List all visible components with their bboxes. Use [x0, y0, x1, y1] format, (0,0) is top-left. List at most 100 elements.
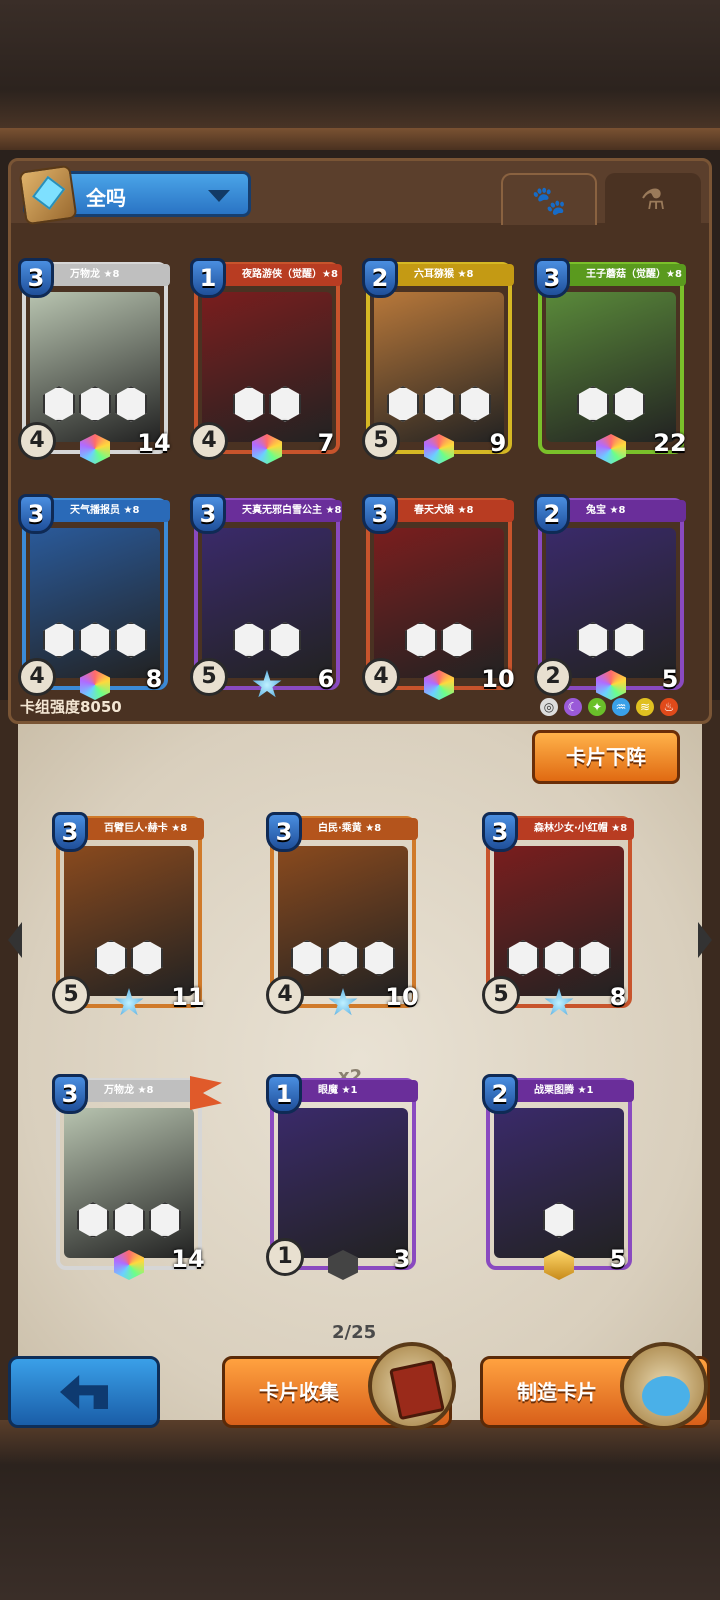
skill-icon: 1 [579, 940, 611, 976]
card-attack: 2 [534, 658, 572, 696]
skill-icon: 1 [79, 622, 111, 658]
card-health: 9 [478, 424, 518, 462]
next-page-arrow-icon[interactable] [698, 922, 712, 958]
card-attack: 4 [18, 422, 56, 460]
deck-card[interactable]: 六耳猕猴 ★82159 [362, 258, 514, 464]
card-art [278, 1108, 408, 1258]
card-skills: 12 [26, 386, 164, 422]
card-name: 战栗图腾 ★1 [514, 1080, 634, 1102]
collection-card[interactable]: 战栗图腾 ★1225 [482, 1074, 634, 1280]
card-cost: 3 [18, 258, 54, 298]
card-skills: 2 [274, 940, 412, 976]
card-cost: 3 [482, 812, 518, 852]
card-attack: 5 [52, 976, 90, 1014]
card-skills: 1 [370, 622, 508, 658]
card-name: 百臂巨人·赫卡 ★8 [84, 818, 204, 840]
collection-card[interactable]: 眼魔 ★1 1 1 3 [266, 1074, 418, 1280]
card-health: 7 [306, 424, 346, 462]
potion-icon: ⚗ [640, 182, 666, 216]
collection-card[interactable]: 森林少女·小红帽 ★8312158 [482, 812, 634, 1016]
deck-card[interactable]: 兔宝 ★82125 [534, 494, 686, 700]
card-health: 10 [382, 978, 422, 1016]
collection-book-icon[interactable] [368, 1342, 456, 1430]
wood-frame-left [0, 700, 18, 1420]
card-health: 14 [134, 424, 174, 462]
skill-icon: 2 [149, 1202, 181, 1238]
card-name: 森林少女·小红帽 ★8 [514, 818, 634, 840]
card-name: 白民·乘黄 ★8 [298, 818, 418, 840]
card-name: 春天犬娘 ★8 [394, 500, 514, 522]
card-cost: 1 [190, 258, 226, 298]
card-health: 5 [650, 660, 690, 698]
card-health: 22 [650, 424, 690, 462]
collection-card[interactable]: 万物龙 ★831214 [52, 1074, 205, 1280]
card-cost: 2 [534, 494, 570, 534]
skill-icon [363, 940, 395, 976]
deck-card[interactable]: 夜路游侠（觉醒）★81147 [190, 258, 342, 464]
fire-element-icon: ♨ [660, 698, 678, 716]
element-filter-icons: ◎ ☾ ✦ ♒ ≋ ♨ [540, 698, 678, 716]
card-cost: 3 [190, 494, 226, 534]
card-health: 14 [168, 1240, 208, 1278]
card-attack: 1 [266, 1238, 304, 1276]
tab-paw[interactable]: 🐾 [501, 173, 597, 225]
card-name: 天气播报员 ★8 [50, 500, 170, 522]
card-collection-area [18, 700, 702, 1420]
card-name: 万物龙 ★8 [84, 1080, 204, 1102]
page-indicator: 2/25 [332, 1322, 377, 1343]
card-cost: 3 [362, 494, 398, 534]
thunder-element-icon: ≋ [636, 698, 654, 716]
skill-icon [95, 940, 127, 976]
card-attack: 5 [362, 422, 400, 460]
card-health: 3 [382, 1240, 422, 1278]
water-element-icon: ♒ [612, 698, 630, 716]
filter-label: 全吗 [86, 186, 126, 210]
card-skills [60, 940, 198, 976]
card-cost: 3 [52, 1074, 88, 1114]
back-button[interactable] [8, 1356, 160, 1428]
card-name: 六耳猕猴 ★8 [394, 264, 514, 286]
skill-icon: 2 [115, 386, 147, 422]
card-name: 万物龙 ★8 [50, 264, 170, 286]
skill-icon: 2 [327, 940, 359, 976]
filter-dropdown[interactable]: 全吗 [18, 164, 251, 226]
deck-card[interactable]: 春天犬娘 ★83 14 10 [362, 494, 515, 700]
neutral-element-icon: ◎ [540, 698, 558, 716]
wood-frame-right [702, 700, 720, 1420]
card-cost: 3 [18, 494, 54, 534]
paw-jar-icon[interactable] [620, 1342, 708, 1430]
card-attack: 4 [190, 422, 228, 460]
skill-icon [613, 622, 645, 658]
card-name: 天真无邪白雪公主 ★8 [222, 500, 342, 522]
card-cost: 2 [362, 258, 398, 298]
skill-icon: 1 [115, 622, 147, 658]
skill-icon: 1 [405, 622, 437, 658]
collection-card[interactable]: 白民·乘黄 ★83 24 10 [266, 812, 419, 1016]
skill-icon: 1 [507, 940, 539, 976]
skill-icon [43, 622, 75, 658]
deck-card[interactable]: 天真无邪白雪公主 ★83156 [190, 494, 342, 698]
deck-strength: 卡组强度8050 [20, 698, 122, 716]
skill-icon [291, 940, 323, 976]
card-name: 眼魔 ★1 [298, 1080, 418, 1102]
card-skills: 2 [542, 386, 680, 422]
collection-card[interactable]: 百臂巨人·赫卡 ★8 3 5 11 [52, 812, 205, 1016]
wood-frame-bottom [0, 1420, 720, 1600]
card-skills: 11 [26, 622, 164, 658]
deck-card[interactable]: 王子蘑菇（觉醒）★83222 [534, 258, 687, 464]
deck-card[interactable]: 万物龙 ★83 124 14 [18, 258, 171, 464]
card-skills: 121 [490, 940, 628, 976]
card-skills: 1 [370, 386, 508, 422]
card-cost: 3 [534, 258, 570, 298]
card-name: 夜路游侠（觉醒）★8 [222, 264, 342, 286]
skill-icon [387, 386, 419, 422]
tab-potion[interactable]: ⚗ [605, 173, 701, 225]
skill-icon [613, 386, 645, 422]
card-attack: 4 [362, 658, 400, 696]
card-health: 6 [306, 660, 346, 698]
deck-card[interactable]: 天气播报员 ★831148 [18, 494, 170, 700]
prev-page-arrow-icon[interactable] [8, 922, 22, 958]
card-skills: 2 [490, 1202, 628, 1238]
remove-card-button[interactable]: 卡片下阵 [532, 730, 680, 784]
card-skills: 1 [198, 622, 336, 658]
